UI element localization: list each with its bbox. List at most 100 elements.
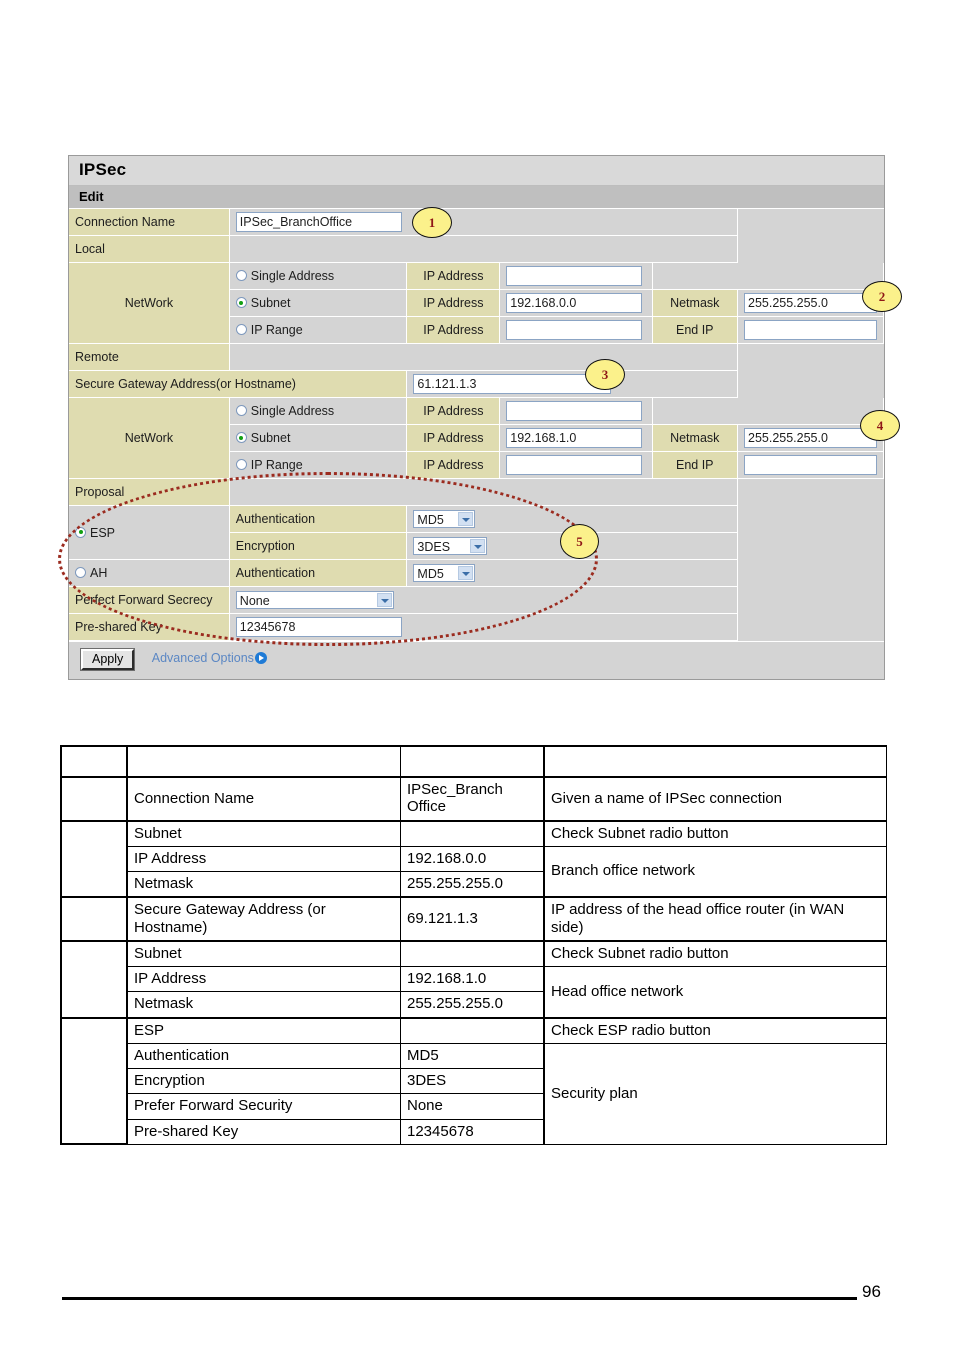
table-cell-setting-name: ESP <box>126 1016 401 1044</box>
table-row: Authentication MD5 Security plan <box>61 1042 887 1145</box>
table-cell-setting-value: None <box>400 1093 545 1120</box>
advanced-options-label: Advanced Options <box>151 651 254 665</box>
table-cell-setting-value <box>400 1016 545 1044</box>
remote-subnet-ip-label: IP Address <box>406 424 501 452</box>
remote-subnet-label: Subnet <box>250 431 291 445</box>
chevron-down-icon[interactable] <box>376 593 392 607</box>
row-remote-section: Remote <box>69 343 884 371</box>
table-cell-setting-value: 192.168.1.0 <box>400 965 545 993</box>
local-range-ip-input[interactable] <box>506 320 643 340</box>
pfs-value: None <box>239 594 270 608</box>
arrow-right-circle-icon <box>254 652 267 664</box>
esp-radio[interactable] <box>75 526 86 538</box>
local-netmask-input[interactable] <box>744 293 877 313</box>
row-ah-authentication: AH Authentication MD5 <box>69 559 884 587</box>
local-end-ip-cell <box>737 316 884 344</box>
apply-button[interactable]: Apply <box>81 649 135 670</box>
remote-single-ip-cell <box>499 397 653 425</box>
remote-single-ip-input[interactable] <box>506 401 643 421</box>
callout-badge-4: 4 <box>860 410 900 441</box>
chevron-down-icon[interactable] <box>458 512 474 526</box>
table-cell-setting-name <box>126 745 401 778</box>
table-cell-setting-name: Netmask <box>126 991 401 1018</box>
callout-badge-2: 2 <box>862 281 902 312</box>
esp-encryption-value: 3DES <box>417 540 451 554</box>
local-range-ip-cell <box>499 316 653 344</box>
table-cell-setting-value: 255.255.255.0 <box>400 991 545 1018</box>
remote-ip-range-radio[interactable] <box>235 459 247 470</box>
local-subnet-ip-input[interactable] <box>506 293 643 313</box>
ah-auth-label: Authentication <box>229 559 408 587</box>
local-subnet-radio-cell[interactable]: Subnet <box>229 289 408 317</box>
psk-input[interactable] <box>235 617 402 637</box>
local-ip-range-label: IP Range <box>250 323 303 337</box>
local-range-ip-label: IP Address <box>406 316 501 344</box>
table-row: ESP Check ESP radio button <box>60 1016 887 1146</box>
remote-section-label: Remote <box>69 343 230 371</box>
esp-auth-label: Authentication <box>229 505 408 533</box>
ipsec-form-table: Connection Name Local NetWork Single Add… <box>69 209 884 641</box>
esp-radio-cell[interactable]: ESP <box>69 505 230 560</box>
row-connection-name: Connection Name <box>69 209 884 236</box>
ah-auth-select[interactable]: MD5 <box>413 564 476 582</box>
ah-auth-cell: MD5 <box>406 559 738 587</box>
local-subnet-ip-cell <box>499 289 653 317</box>
local-single-address-radio[interactable] <box>235 270 247 281</box>
local-single-address-radio-cell[interactable]: Single Address <box>229 262 408 290</box>
table-cell-setting-name: IP Address <box>126 845 401 873</box>
table-cell-number <box>60 745 128 778</box>
row-secure-gateway: Secure Gateway Address(or Hostname) <box>69 370 884 398</box>
table-cell-description: Given a name of IPSec connection <box>543 776 887 821</box>
ah-radio[interactable] <box>75 567 86 578</box>
remote-ip-range-label: IP Range <box>250 458 303 472</box>
row-proposal-section: Proposal <box>69 478 884 506</box>
ah-radio-cell[interactable]: AH <box>69 559 230 587</box>
local-subnet-radio[interactable] <box>235 297 247 308</box>
pfs-label: Perfect Forward Secrecy <box>69 586 230 614</box>
remote-range-ip-input[interactable] <box>506 455 643 475</box>
local-single-ip-input[interactable] <box>506 266 643 286</box>
table-cell-setting-name: Authentication <box>126 1042 401 1070</box>
esp-auth-select[interactable]: MD5 <box>413 510 476 528</box>
chevron-down-icon[interactable] <box>470 539 486 553</box>
table-cell-setting-name: Connection Name <box>126 776 401 821</box>
esp-encryption-select[interactable]: 3DES <box>413 537 488 555</box>
table-cell-number <box>60 1016 128 1146</box>
remote-range-ip-cell <box>499 451 653 479</box>
esp-auth-value: MD5 <box>417 513 444 527</box>
remote-netmask-input[interactable] <box>744 428 877 448</box>
remote-subnet-radio-cell[interactable]: Subnet <box>229 424 408 452</box>
table-cell-setting-value: 69.121.1.3 <box>400 896 545 942</box>
panel-title: IPSec <box>69 156 884 186</box>
row-pre-shared-key: Pre-shared Key <box>69 613 884 641</box>
table-cell-description <box>543 745 887 778</box>
remote-single-address-radio[interactable] <box>235 405 247 416</box>
remote-netmask-label: Netmask <box>652 424 738 452</box>
connection-name-input[interactable] <box>235 212 402 232</box>
local-subnet-label: Subnet <box>250 296 291 310</box>
table-row: Subnet Check Subnet radio button <box>60 819 887 899</box>
table-cell-setting-name: IP Address <box>126 965 401 993</box>
table-cell-description: Branch office network <box>543 845 887 898</box>
remote-single-address-radio-cell[interactable]: Single Address <box>229 397 408 425</box>
row-remote-single-address: NetWork Single Address IP Address <box>69 397 884 479</box>
remote-subnet-radio[interactable] <box>235 432 247 443</box>
table-cell-setting-value: 12345678 <box>400 1118 545 1145</box>
table-cell-setting-value: 192.168.0.0 <box>400 845 545 873</box>
local-end-ip-input[interactable] <box>744 320 877 340</box>
ipsec-config-panel: IPSec Edit Connection Name Local NetWork… <box>68 155 885 680</box>
remote-end-ip-label: End IP <box>652 451 738 479</box>
advanced-options-link[interactable]: Advanced Options <box>152 651 267 665</box>
pfs-select[interactable]: None <box>235 591 394 609</box>
local-ip-range-radio[interactable] <box>235 324 247 335</box>
remote-end-ip-input[interactable] <box>744 455 877 475</box>
remote-network-label: NetWork <box>69 397 230 479</box>
remote-ip-range-radio-cell[interactable]: IP Range <box>229 451 408 479</box>
row-perfect-forward-secrecy: Perfect Forward Secrecy None <box>69 586 884 614</box>
chevron-down-icon[interactable] <box>458 566 474 580</box>
esp-label: ESP <box>90 525 116 540</box>
table-cell-setting-value <box>400 819 545 847</box>
remote-subnet-ip-input[interactable] <box>506 428 643 448</box>
local-ip-range-radio-cell[interactable]: IP Range <box>229 316 408 344</box>
secure-gateway-input[interactable] <box>413 374 612 394</box>
